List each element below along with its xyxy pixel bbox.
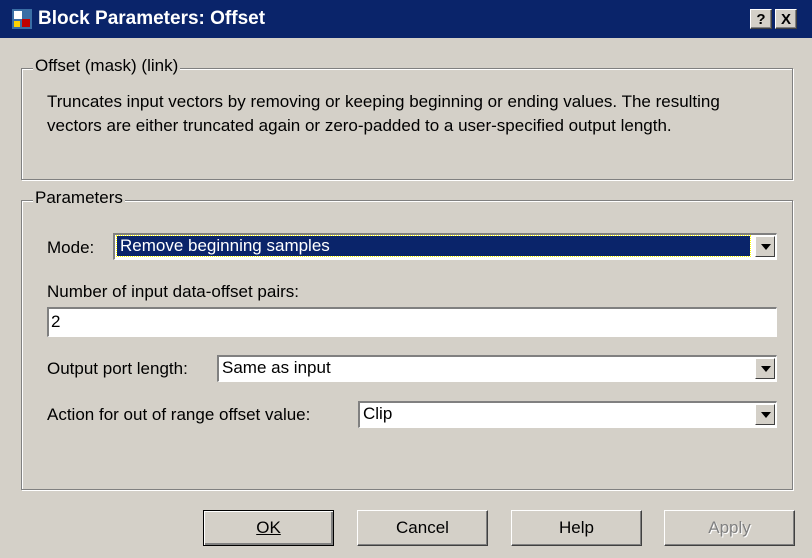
action-select[interactable]: Clip — [358, 401, 777, 428]
output-length-select[interactable]: Same as input — [217, 355, 777, 382]
cancel-button[interactable]: Cancel — [357, 510, 488, 546]
simulink-block-icon — [12, 9, 32, 29]
output-length-value: Same as input — [222, 358, 331, 377]
window-title: Block Parameters: Offset — [38, 8, 266, 29]
apply-button[interactable]: Apply — [664, 510, 795, 546]
help-title-button[interactable]: ? — [750, 9, 772, 29]
action-label: Action for out of range offset value: — [47, 405, 311, 424]
chevron-down-icon[interactable] — [755, 404, 775, 425]
apply-button-label: Apply — [708, 518, 751, 537]
chevron-down-icon[interactable] — [755, 358, 775, 379]
cancel-button-label: Cancel — [396, 518, 449, 537]
help-button-label: Help — [559, 518, 594, 537]
pairs-label: Number of input data-offset pairs: — [47, 282, 299, 301]
description-legend: Offset (mask) (link) — [33, 56, 181, 76]
help-button[interactable]: Help — [511, 510, 642, 546]
action-value: Clip — [363, 404, 393, 423]
close-title-button[interactable]: X — [775, 9, 797, 29]
title-bar: Block Parameters: Offset ? X — [0, 0, 812, 38]
chevron-down-icon[interactable] — [755, 236, 775, 257]
pairs-input[interactable]: 2 — [47, 307, 777, 337]
mode-value: Remove beginning samples — [116, 235, 751, 257]
parameters-legend: Parameters — [33, 188, 125, 208]
mode-label: Mode: — [47, 238, 95, 257]
ok-button-label: OK — [256, 518, 281, 537]
description-text: Truncates input vectors by removing or k… — [47, 92, 720, 135]
output-length-label: Output port length: — [47, 359, 188, 378]
ok-button[interactable]: OK — [203, 510, 334, 546]
mode-select[interactable]: Remove beginning samples — [113, 233, 777, 260]
